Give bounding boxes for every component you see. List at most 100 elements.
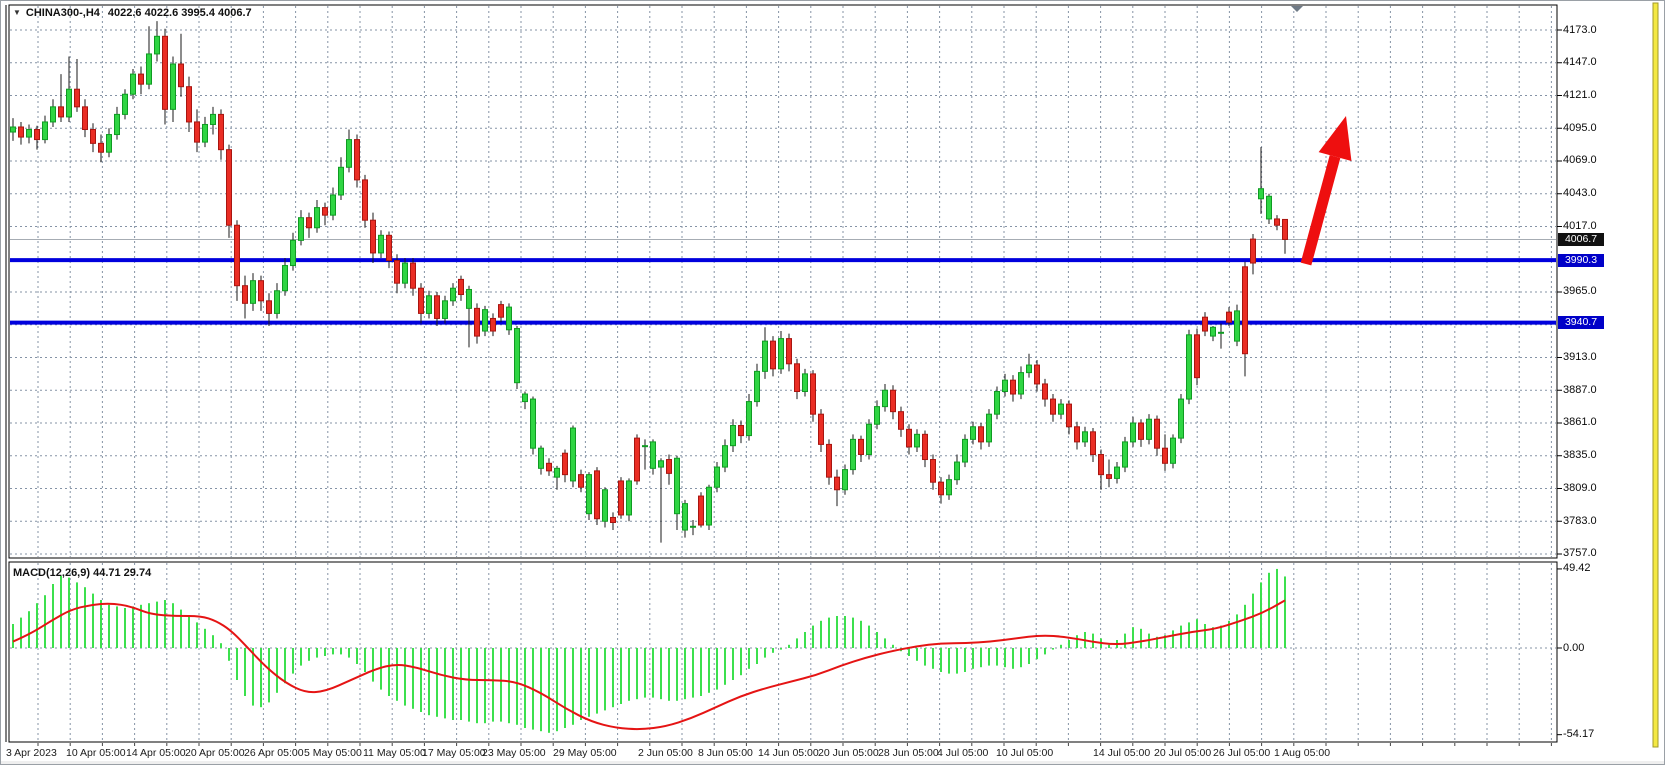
candle xyxy=(427,296,432,314)
candle xyxy=(539,448,544,468)
candle xyxy=(411,263,416,288)
candle xyxy=(75,89,80,107)
macd-values: 44.71 29.74 xyxy=(93,567,151,579)
candle xyxy=(555,468,560,477)
candle xyxy=(147,54,152,84)
date-label: 26 Jul 05:00 xyxy=(1213,747,1270,759)
candle xyxy=(803,374,808,392)
candle xyxy=(691,526,696,527)
chart-canvas[interactable] xyxy=(1,1,1665,765)
candle xyxy=(795,364,800,392)
date-label: 17 May 05:00 xyxy=(422,747,486,759)
candle xyxy=(1235,311,1240,341)
candle xyxy=(699,496,704,525)
candle xyxy=(323,208,328,216)
candle xyxy=(235,225,240,285)
candle xyxy=(483,310,488,331)
candle xyxy=(939,482,944,495)
candle xyxy=(1051,399,1056,414)
panel-borders xyxy=(6,3,1658,747)
candle xyxy=(259,281,264,301)
candle xyxy=(163,36,168,109)
date-label: 2 Jun 05:00 xyxy=(638,747,693,759)
candle xyxy=(1275,219,1280,225)
candle xyxy=(1147,419,1152,439)
candle xyxy=(131,74,136,94)
candle xyxy=(563,453,568,474)
candle xyxy=(507,307,512,330)
candle xyxy=(1123,442,1128,467)
date-label: 29 May 05:00 xyxy=(553,747,617,759)
bottom-strip xyxy=(1,761,1665,765)
candle xyxy=(315,208,320,228)
price-axis-label: 3757.0 xyxy=(1563,547,1597,560)
candle xyxy=(907,429,912,447)
dropdown-triangle-icon[interactable]: ▼ xyxy=(13,8,21,17)
candle xyxy=(675,458,680,513)
macd-layer xyxy=(13,569,1285,733)
candle xyxy=(51,107,56,122)
candle xyxy=(99,143,104,152)
trend-arrow-shaft[interactable] xyxy=(1306,157,1335,264)
date-label: 3 Apr 2023 xyxy=(6,747,57,759)
candle xyxy=(347,140,352,168)
date-label: 8 Jun 05:00 xyxy=(698,747,753,759)
candle xyxy=(83,107,88,130)
chart-shift-triangle-icon[interactable] xyxy=(1291,6,1303,12)
candle xyxy=(179,64,184,87)
candle xyxy=(1035,365,1040,384)
trend-arrow-head[interactable] xyxy=(1319,116,1352,161)
candle xyxy=(1011,380,1016,394)
macd-signal-line xyxy=(13,600,1285,729)
candle xyxy=(1171,438,1176,463)
candle xyxy=(1243,267,1248,354)
candle xyxy=(859,439,864,454)
candle xyxy=(35,130,40,140)
candle xyxy=(1219,332,1224,333)
candle xyxy=(267,301,272,314)
candle xyxy=(1195,335,1200,378)
price-axis-label: 3861.0 xyxy=(1563,416,1597,429)
date-label: 20 Jul 05:00 xyxy=(1154,747,1211,759)
candle xyxy=(1227,312,1232,322)
candle xyxy=(395,261,400,284)
hline-price-tag: 3940.7 xyxy=(1558,316,1604,329)
candle xyxy=(291,240,296,265)
candle xyxy=(683,504,688,530)
candle xyxy=(243,286,248,304)
candle xyxy=(875,407,880,425)
candle xyxy=(443,301,448,319)
candle xyxy=(451,288,456,301)
candle xyxy=(11,127,16,132)
candle xyxy=(1267,196,1272,219)
candle xyxy=(627,481,632,515)
price-axis-label: 4069.0 xyxy=(1563,154,1597,167)
price-axis-label: 4043.0 xyxy=(1563,187,1597,200)
candle xyxy=(27,130,32,138)
candle xyxy=(299,218,304,241)
candle xyxy=(1179,399,1184,438)
date-label: 26 Apr 05:00 xyxy=(244,747,304,759)
candle xyxy=(115,114,120,134)
candle xyxy=(603,490,608,521)
candle xyxy=(251,281,256,304)
macd-axis-label: 0.00 xyxy=(1563,642,1584,655)
price-axis-label: 3809.0 xyxy=(1563,482,1597,495)
candle xyxy=(667,460,672,474)
date-label: 5 May 05:00 xyxy=(304,747,362,759)
candle xyxy=(475,308,480,336)
candle xyxy=(155,36,160,54)
candle xyxy=(1115,467,1120,478)
candle xyxy=(867,424,872,454)
candle xyxy=(955,462,960,480)
candle xyxy=(307,218,312,228)
candle xyxy=(491,318,496,331)
candle xyxy=(963,439,968,462)
price-lines-layer[interactable] xyxy=(10,239,1556,322)
date-label: 11 May 05:00 xyxy=(363,747,426,759)
candle xyxy=(171,64,176,109)
annotations-layer[interactable] xyxy=(1291,6,1351,264)
candle xyxy=(91,130,96,144)
candle xyxy=(1091,432,1096,455)
candle xyxy=(1075,427,1080,442)
